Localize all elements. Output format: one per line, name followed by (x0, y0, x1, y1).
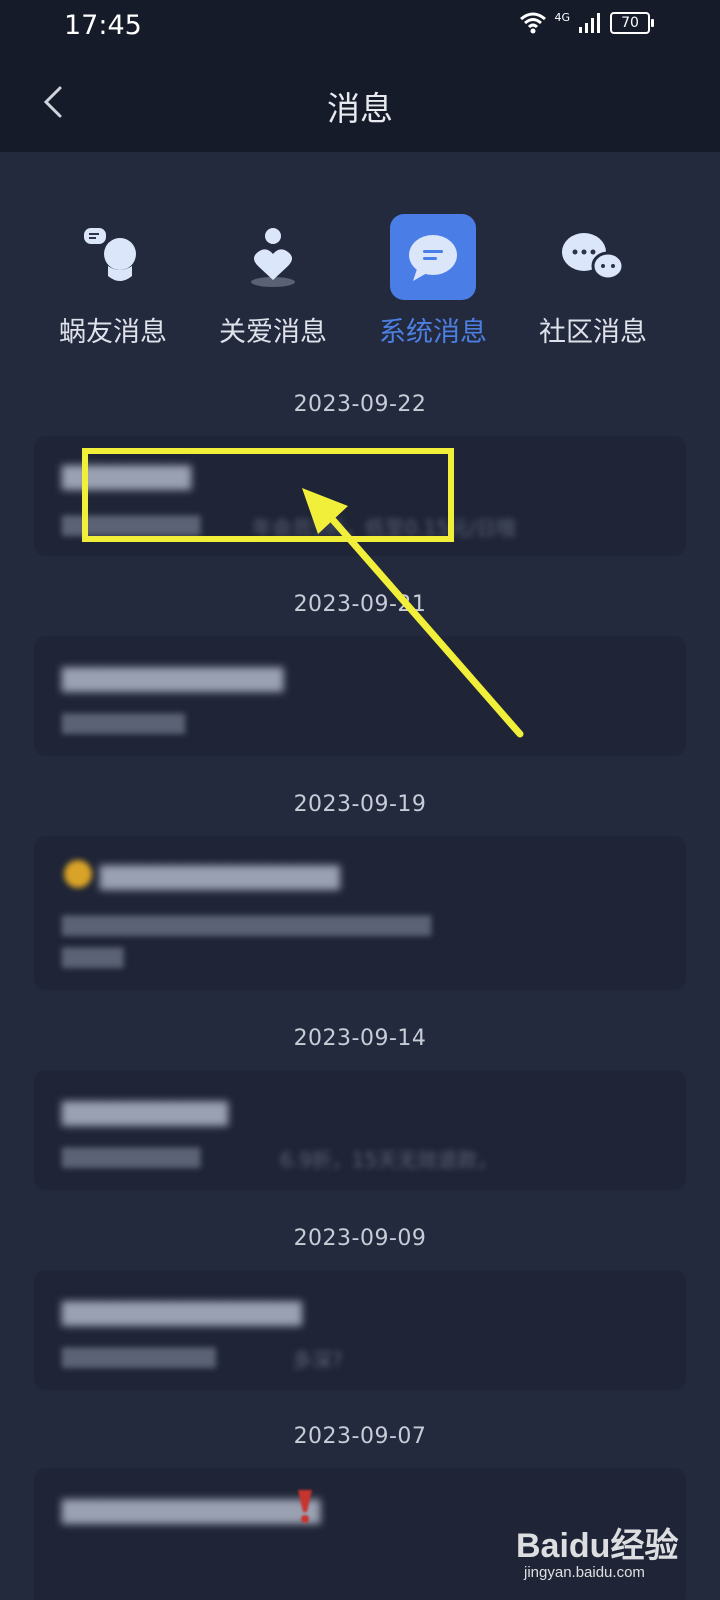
watermark-brand: Baidu经验 (516, 1527, 679, 1565)
messages-page: 17:45 4G 70 消息 蜗友消息 关爱消息 系统消息 社区消息 2023-… (0, 0, 720, 1600)
baidu-jingyan-watermark: Baidu经验 jingyan.baidu.com (506, 1506, 706, 1586)
pointer-arrow-icon (302, 488, 524, 738)
watermark-url: jingyan.baidu.com (524, 1564, 645, 1581)
